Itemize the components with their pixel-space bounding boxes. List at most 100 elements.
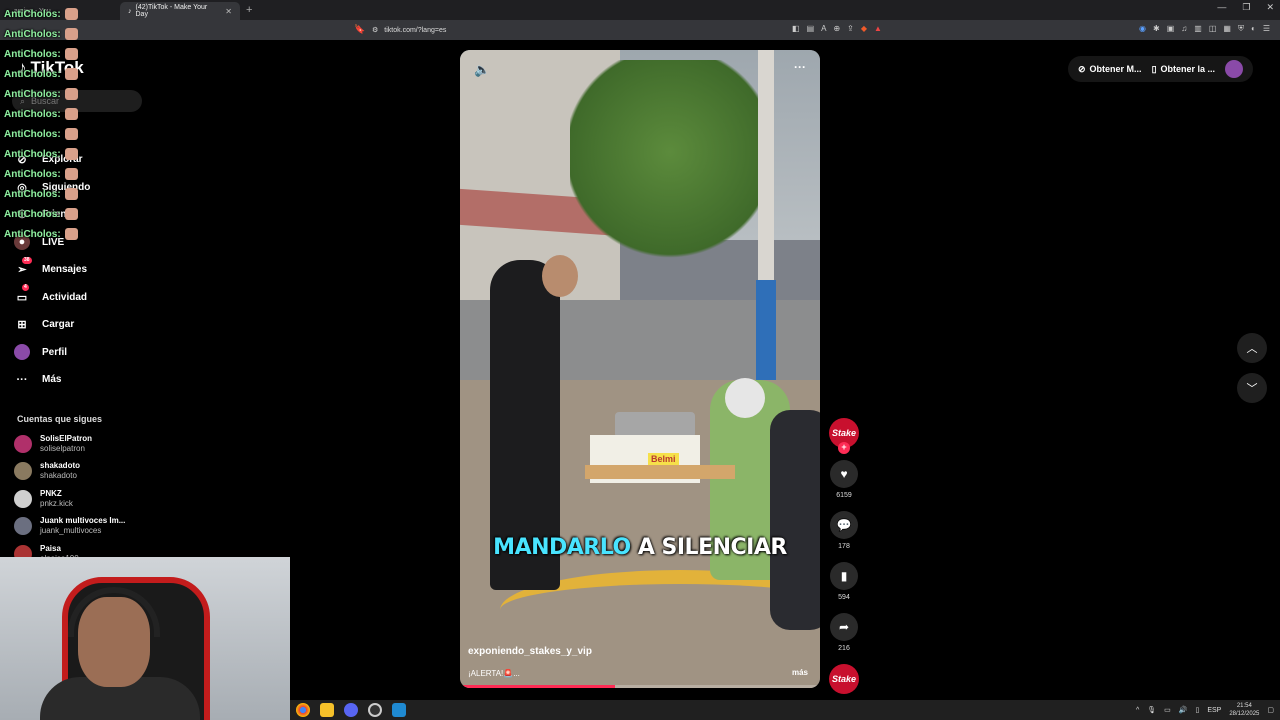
save-count: 594 (838, 594, 850, 601)
account-handle: juank_multivoces (40, 526, 102, 536)
extension-icon[interactable]: ◫ (1209, 24, 1217, 34)
account-handle: shakadoto (40, 471, 77, 481)
heart-icon[interactable]: ♥ (830, 460, 858, 488)
phone-icon: ▯ (1151, 63, 1157, 74)
extension-icon[interactable]: ▣ (1167, 24, 1175, 34)
notification-icon[interactable]: ▢ (1267, 706, 1274, 714)
chevron-down-icon[interactable]: ﹀ (1237, 373, 1267, 403)
clock[interactable]: 21:54 28/12/2025 (1229, 702, 1259, 718)
zoom-icon[interactable]: ⊕ (833, 24, 840, 33)
avatar (14, 517, 32, 536)
list-item[interactable]: Juank multivoces Im... juank_multivoces (14, 513, 144, 541)
menu-icon[interactable]: ☰ (1263, 24, 1270, 34)
translate-icon[interactable]: A (821, 24, 826, 33)
system-tray: ^ 🎙 ▭ 🔊 ▯ ESP 21:54 28/12/2025 ▢ (1136, 702, 1274, 718)
video-username[interactable]: exponiendo_stakes_y_vip (468, 646, 592, 657)
sidebar-item-perfil[interactable]: Perfil (14, 339, 144, 367)
like-count: 6159 (836, 492, 852, 499)
bookmark-icon[interactable]: ▮ (830, 562, 858, 590)
chat-username: AntiCholos: (4, 188, 61, 200)
chevron-up-icon[interactable]: ︿ (1237, 333, 1267, 363)
share-action: ➦ 216 (830, 613, 858, 652)
video-frame: Belmi (460, 50, 820, 688)
browser-tab-tiktok[interactable]: ♪ (42)TikTok - Make Your Day ✕ (120, 2, 240, 20)
webcam-overlay (0, 557, 290, 720)
sidebar-item-mas[interactable]: ··· Más (14, 366, 144, 394)
network-icon[interactable]: ▭ (1164, 706, 1171, 714)
url-field[interactable]: ⚙ tiktok.com/?lang=es (372, 23, 446, 37)
comment-icon[interactable]: 💬 (830, 511, 858, 539)
chrome-icon[interactable] (296, 703, 310, 717)
feed-navigation: ︿ ﹀ (1237, 333, 1267, 413)
creator-avatar[interactable]: Stake + (829, 418, 859, 454)
sidebar-item-cargar[interactable]: ⊞ Cargar (14, 311, 144, 339)
video-progress-bar[interactable] (460, 685, 820, 688)
extension-icon[interactable]: ✱ (1153, 24, 1160, 34)
music-disc[interactable]: Stake (829, 664, 859, 694)
sidebar-item-label: Más (42, 374, 62, 386)
get-app-label: Obtener la ... (1160, 64, 1216, 74)
wallet-icon[interactable]: ◐ (1251, 24, 1256, 34)
chat-username: AntiCholos: (4, 168, 61, 180)
list-item[interactable]: PNKZ pnkz.kick (14, 485, 144, 513)
microphone-icon[interactable]: 🎙 (1147, 706, 1156, 714)
share-count: 216 (838, 645, 850, 652)
avatar (14, 434, 32, 453)
chat-username: AntiCholos: (4, 228, 61, 240)
file-explorer-icon[interactable] (320, 703, 334, 717)
discord-icon[interactable] (344, 703, 358, 717)
list-item[interactable]: SolisElPatron soliselpatron (14, 430, 144, 458)
chat-username: AntiCholos: (4, 128, 61, 140)
chevron-up-icon[interactable]: ^ (1136, 707, 1139, 714)
extension-icon[interactable]: ◧ (792, 24, 800, 33)
more-options-icon[interactable]: ··· (794, 60, 806, 74)
activity-icon: ▭ 4 (16, 284, 29, 304)
close-window-button[interactable]: ✕ (1266, 2, 1274, 13)
battery-icon[interactable]: ▯ (1195, 706, 1199, 714)
messages-badge: 38 (22, 256, 32, 264)
sidebar-icon[interactable]: ▥ (1194, 24, 1202, 34)
brave-rewards-icon[interactable]: ▲ (874, 24, 882, 33)
volume-icon[interactable]: 🔈 (474, 62, 490, 78)
more-link[interactable]: más (792, 668, 808, 677)
stream-chat-overlay: AntiCholos: AntiCholos: AntiCholos: AntiCho… (4, 4, 78, 244)
vscode-icon[interactable] (392, 703, 406, 717)
browser-address-bar: 🔖 ⚙ tiktok.com/?lang=es ◧ ▤ A ⊕ ⇪ ◆ ▲ ◉ … (0, 20, 1280, 40)
new-tab-button[interactable]: + (246, 4, 252, 16)
minimize-button[interactable]: — (1217, 2, 1226, 13)
extension-icon[interactable]: ▤ (807, 24, 815, 33)
avatar[interactable] (1225, 60, 1244, 78)
chat-line: AntiCholos: (4, 4, 78, 24)
restore-button[interactable]: ❐ (1242, 2, 1250, 13)
account-name: SolisElPatron (40, 433, 93, 443)
sidebar-item-mensajes[interactable]: ➢ 38 Mensajes (14, 256, 144, 284)
extension-icon[interactable]: ▦ (1223, 24, 1231, 34)
extension-icon[interactable]: ◉ (1139, 24, 1146, 34)
chat-emote-icon (64, 188, 78, 200)
chat-username: AntiCholos: (4, 108, 61, 120)
close-tab-icon[interactable]: ✕ (225, 7, 232, 16)
list-item[interactable]: shakadoto shakadoto (14, 458, 144, 486)
sidebar-item-label: Perfil (42, 346, 68, 358)
video-player[interactable]: Belmi 🔈 ··· MANDARLO A SILENCIAR exponie… (460, 50, 820, 688)
language-indicator[interactable]: ESP (1207, 707, 1221, 714)
follow-plus-icon[interactable]: + (838, 442, 850, 454)
sidebar-item-actividad[interactable]: ▭ 4 Actividad (14, 284, 144, 312)
chat-line: AntiCholos: (4, 84, 78, 104)
chat-line: AntiCholos: (4, 124, 78, 144)
media-icon[interactable]: ♫ (1181, 24, 1187, 34)
share-icon[interactable]: ⇪ (847, 24, 854, 33)
site-info-icon[interactable]: ⚙ (372, 26, 378, 34)
share-arrow-icon[interactable]: ➦ (830, 613, 858, 641)
chat-line: AntiCholos: (4, 204, 78, 224)
vpn-icon[interactable]: ⛨ (1238, 24, 1244, 34)
volume-icon[interactable]: 🔊 (1179, 706, 1188, 714)
bookmark-icon[interactable]: 🔖 (354, 24, 365, 35)
get-app-button[interactable]: ▯ Obtener la ... (1152, 64, 1215, 75)
account-name: shakadoto (40, 461, 81, 471)
account-name: PNKZ (40, 488, 62, 498)
get-coins-button[interactable]: ⊘ Obtener M... (1078, 64, 1142, 75)
brave-shield-icon[interactable]: ◆ (861, 24, 867, 33)
video-pole-base (756, 280, 776, 390)
obs-icon[interactable] (368, 703, 382, 717)
